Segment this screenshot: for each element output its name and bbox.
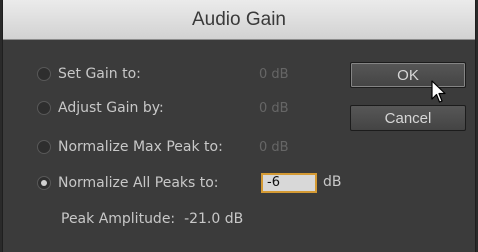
normalize-all-peaks-input[interactable]: -6 xyxy=(261,173,317,193)
ok-button[interactable]: OK xyxy=(350,62,466,88)
peak-amplitude: Peak Amplitude: -21.0 dB xyxy=(61,211,243,227)
option-normalize-max-peak[interactable]: Normalize Max Peak to: xyxy=(37,136,223,158)
set-gain-label: Set Gain to: xyxy=(58,66,141,82)
normalize-all-peaks-label: Normalize All Peaks to: xyxy=(58,175,219,191)
adjust-gain-radio[interactable] xyxy=(37,101,51,115)
peak-amplitude-value: -21.0 dB xyxy=(184,211,244,227)
normalize-all-peaks-radio[interactable] xyxy=(37,176,51,190)
option-normalize-all-peaks[interactable]: Normalize All Peaks to: xyxy=(37,172,219,194)
normalize-max-peak-label: Normalize Max Peak to: xyxy=(58,139,223,155)
set-gain-value: 0 dB xyxy=(259,67,289,82)
cancel-button[interactable]: Cancel xyxy=(350,105,466,131)
option-adjust-gain[interactable]: Adjust Gain by: xyxy=(37,97,164,119)
audio-gain-dialog: Audio Gain Set Gain to: 0 dB Adjust Gain… xyxy=(2,0,476,252)
set-gain-radio[interactable] xyxy=(37,67,51,81)
adjust-gain-value: 0 dB xyxy=(259,101,289,116)
normalize-max-peak-value: 0 dB xyxy=(259,140,289,155)
normalize-all-peaks-unit: dB xyxy=(323,174,342,190)
dialog-title: Audio Gain xyxy=(3,0,475,40)
normalize-max-peak-radio[interactable] xyxy=(37,140,51,154)
option-set-gain[interactable]: Set Gain to: xyxy=(37,63,141,85)
arrow-pointer-icon xyxy=(431,80,446,103)
adjust-gain-label: Adjust Gain by: xyxy=(58,100,164,116)
peak-amplitude-label: Peak Amplitude: xyxy=(61,211,176,227)
